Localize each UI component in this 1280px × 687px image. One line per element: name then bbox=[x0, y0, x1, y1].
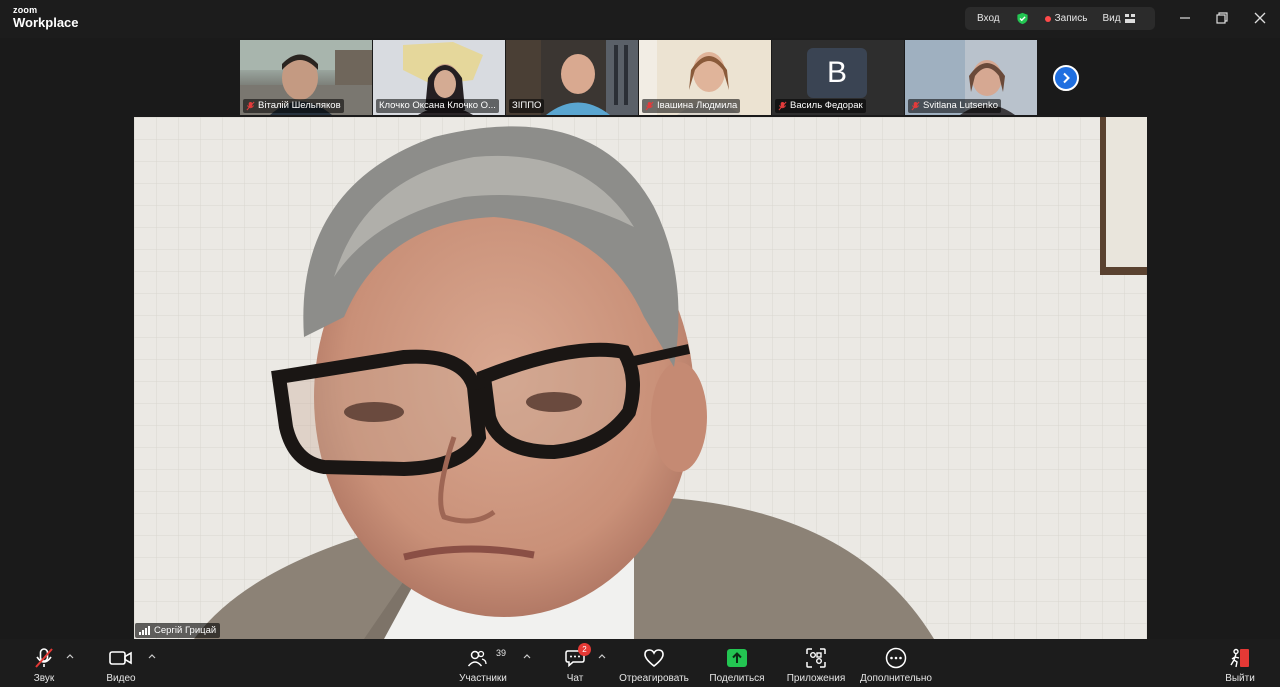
chevron-right-icon bbox=[1063, 72, 1070, 84]
avatar: B bbox=[807, 48, 867, 98]
mic-muted-icon bbox=[645, 101, 654, 111]
grid-view-icon bbox=[1124, 14, 1135, 23]
participants-button[interactable]: 39 Участники bbox=[455, 639, 511, 687]
participant-tile[interactable]: Віталій Шельпяков bbox=[240, 40, 372, 115]
video-label: Видео bbox=[106, 673, 136, 684]
record-button[interactable]: Запись bbox=[1044, 13, 1088, 24]
audio-button[interactable]: Звук bbox=[27, 639, 61, 687]
video-button[interactable]: Видео bbox=[101, 639, 141, 687]
participant-name-tag: Клочко Оксана Клочко О... bbox=[376, 99, 499, 113]
chat-options-caret-icon[interactable] bbox=[598, 653, 606, 659]
restore-icon bbox=[1216, 12, 1228, 24]
meeting-toolbar: Звук Видео 39 Участники 2 Чат Отреагиров… bbox=[0, 639, 1280, 687]
close-button[interactable] bbox=[1250, 9, 1270, 27]
participant-tile[interactable]: B Василь Федорак bbox=[772, 40, 904, 115]
participant-name-tag: Svitlana Lutsenko bbox=[908, 99, 1001, 113]
video-camera-icon bbox=[109, 651, 132, 665]
audio-label: Звук bbox=[33, 673, 55, 684]
participant-name-tag: Віталій Шельпяков bbox=[243, 99, 344, 113]
active-speaker-video bbox=[134, 117, 1147, 639]
minimize-button[interactable] bbox=[1175, 9, 1195, 27]
more-options-icon bbox=[885, 647, 907, 669]
participant-name: Віталій Шельпяков bbox=[258, 100, 341, 111]
participant-name: ЗІППО bbox=[512, 100, 542, 111]
participant-tile[interactable]: Клочко Оксана Клочко О... bbox=[373, 40, 505, 115]
participant-name: Svitlana Lutsenko bbox=[923, 100, 998, 111]
mic-muted-icon bbox=[246, 101, 255, 111]
view-button[interactable]: Вид bbox=[1102, 13, 1135, 24]
shield-check-icon[interactable] bbox=[1016, 12, 1029, 25]
mic-muted-icon bbox=[911, 101, 920, 111]
meeting-controls-group: Вход Запись Вид bbox=[965, 7, 1155, 30]
participant-name: Івашина Людмила bbox=[657, 100, 738, 111]
participant-tile[interactable]: Svitlana Lutsenko bbox=[905, 40, 1037, 115]
participants-label: Участники bbox=[459, 673, 507, 684]
participant-tile[interactable]: Івашина Людмила bbox=[639, 40, 771, 115]
participant-name: Василь Федорак bbox=[790, 100, 863, 111]
participant-name-tag: ЗІППО bbox=[509, 99, 545, 113]
next-page-button[interactable] bbox=[1053, 65, 1079, 91]
apps-icon bbox=[806, 648, 826, 668]
speaker-name-tag: Сергій Грицай bbox=[135, 623, 221, 638]
enter-button[interactable]: Вход bbox=[977, 13, 1000, 24]
participant-name-tag: Івашина Людмила bbox=[642, 99, 741, 113]
heart-icon bbox=[644, 649, 664, 668]
participants-count: 39 bbox=[496, 648, 507, 658]
speaker-name: Сергій Грицай bbox=[154, 625, 217, 636]
close-icon bbox=[1254, 12, 1266, 24]
chat-button[interactable]: 2 Чат bbox=[560, 639, 591, 687]
record-dot-icon bbox=[1044, 15, 1051, 22]
logo-line1: zoom bbox=[13, 5, 38, 15]
record-label: Запись bbox=[1054, 13, 1088, 24]
chat-label: Чат bbox=[566, 673, 584, 684]
leave-door-icon bbox=[1230, 648, 1249, 668]
leave-label: Выйти bbox=[1225, 673, 1255, 684]
view-label: Вид bbox=[1102, 13, 1121, 24]
apps-label: Приложения bbox=[786, 673, 846, 684]
audio-options-caret-icon[interactable] bbox=[66, 653, 74, 659]
apps-button[interactable]: Приложения bbox=[783, 639, 849, 687]
participant-thumbnails: Віталій Шельпяков Клочко Оксана Клочко О… bbox=[240, 40, 1037, 115]
react-button[interactable]: Отреагировать bbox=[617, 639, 691, 687]
signal-strength-icon bbox=[139, 626, 150, 635]
share-screen-button[interactable]: Поделиться bbox=[707, 639, 767, 687]
video-options-caret-icon[interactable] bbox=[148, 653, 156, 659]
share-label: Поделиться bbox=[709, 673, 765, 684]
title-bar: zoom Workplace Вход Запись Вид bbox=[0, 0, 1280, 38]
logo-line2: Workplace bbox=[13, 15, 79, 30]
participants-icon bbox=[467, 650, 487, 667]
minimize-icon bbox=[1180, 17, 1190, 19]
more-button[interactable]: Дополнительно bbox=[857, 639, 935, 687]
participant-name: Клочко Оксана Клочко О... bbox=[379, 100, 496, 111]
restore-button[interactable] bbox=[1212, 9, 1232, 27]
share-screen-icon bbox=[727, 649, 747, 667]
react-label: Отреагировать bbox=[619, 673, 689, 684]
participant-name-tag: Василь Федорак bbox=[775, 99, 866, 113]
more-label: Дополнительно bbox=[860, 673, 932, 684]
mic-muted-icon bbox=[35, 648, 53, 668]
chat-unread-badge: 2 bbox=[578, 643, 591, 656]
participant-tile[interactable]: ЗІППО bbox=[506, 40, 638, 115]
speaker-video-frame bbox=[134, 117, 1147, 639]
participants-options-caret-icon[interactable] bbox=[523, 653, 531, 659]
leave-meeting-button[interactable]: Выйти bbox=[1222, 639, 1258, 687]
zoom-logo: zoom Workplace bbox=[13, 5, 79, 30]
mic-muted-icon bbox=[778, 101, 787, 111]
